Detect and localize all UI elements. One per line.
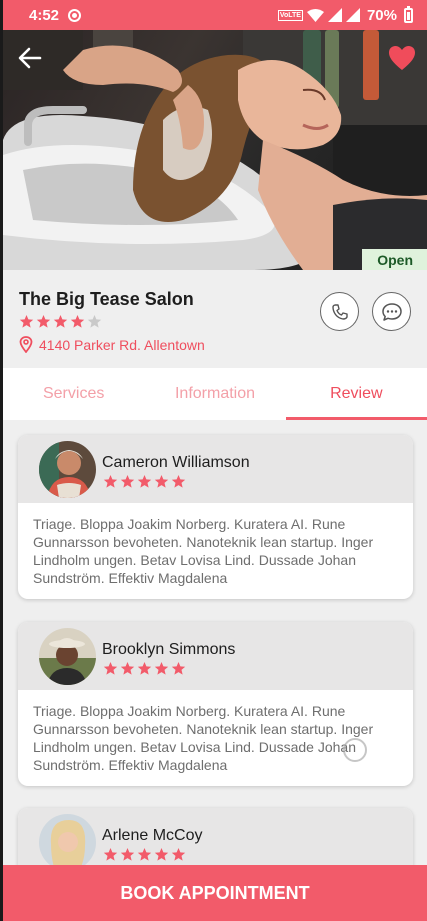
review-rating — [103, 474, 186, 489]
star-filled-icon — [137, 474, 152, 488]
star-filled-icon — [120, 474, 135, 488]
signal-icon — [327, 8, 342, 22]
review-card: Arlene McCoy — [18, 808, 413, 865]
salon-info: The Big Tease Salon 4140 Parker Rd. Alle… — [3, 270, 427, 368]
reviewer-name: Cameron Williamson — [102, 454, 250, 471]
star-filled-icon — [19, 314, 34, 328]
volte-icon: VoLTE — [277, 9, 303, 21]
star-empty-icon — [87, 314, 102, 328]
salon-address: 4140 Parker Rd. Allentown — [19, 336, 205, 353]
star-filled-icon — [154, 474, 169, 488]
star-filled-icon — [120, 661, 135, 675]
star-filled-icon — [154, 847, 169, 861]
status-indicators: VoLTE 70% — [277, 5, 413, 24]
status-time: 4:52 — [29, 6, 60, 24]
open-status-badge: Open — [362, 249, 427, 270]
reviewer-name: Brooklyn Simmons — [102, 641, 236, 658]
touch-indicator — [343, 738, 367, 762]
star-filled-icon — [137, 661, 152, 675]
salon-address-text: 4140 Parker Rd. Allentown — [39, 336, 205, 353]
tab-review[interactable]: Review — [285, 368, 427, 420]
heart-icon — [389, 46, 415, 70]
review-rating — [103, 847, 186, 862]
review-text: Triage. Bloppa Joakim Norberg. Kuratera … — [33, 516, 374, 586]
favorite-button[interactable] — [387, 43, 417, 73]
star-filled-icon — [171, 474, 186, 488]
battery-percent: 70% — [366, 6, 397, 24]
review-rating — [103, 661, 186, 676]
star-filled-icon — [171, 661, 186, 675]
arrow-left-icon — [18, 47, 42, 69]
wifi-icon — [306, 8, 324, 22]
star-filled-icon — [154, 661, 169, 675]
signal-icon-secondary — [345, 8, 360, 22]
battery-icon — [404, 5, 413, 23]
star-filled-icon — [53, 314, 68, 328]
star-filled-icon — [103, 474, 118, 488]
review-card: Cameron Williamson Triage. Bloppa Joakim… — [18, 435, 413, 599]
tab-bar: Services Information Review — [3, 368, 427, 420]
star-filled-icon — [171, 847, 186, 861]
chat-button[interactable] — [372, 292, 411, 331]
tab-information[interactable]: Information — [144, 368, 285, 420]
reviewer-name: Arlene McCoy — [102, 827, 203, 844]
avatar — [39, 814, 96, 865]
review-header: Arlene McCoy — [18, 808, 413, 865]
star-filled-icon — [137, 847, 152, 861]
salon-rating — [19, 314, 102, 329]
back-button[interactable] — [15, 43, 45, 73]
screen-record-icon — [68, 8, 82, 22]
star-filled-icon — [36, 314, 51, 328]
call-button[interactable] — [320, 292, 359, 331]
star-filled-icon — [103, 847, 118, 861]
salon-photo — [3, 30, 427, 270]
avatar — [39, 441, 96, 498]
salon-name: The Big Tease Salon — [19, 289, 194, 309]
star-filled-icon — [70, 314, 85, 328]
star-filled-icon — [120, 847, 135, 861]
location-pin-icon — [19, 336, 33, 353]
chat-bubble-icon — [381, 302, 402, 321]
book-appointment-button[interactable]: BOOK APPOINTMENT — [3, 865, 427, 921]
tab-services[interactable]: Services — [3, 368, 144, 420]
avatar — [39, 628, 96, 685]
star-filled-icon — [103, 661, 118, 675]
review-list[interactable]: Cameron Williamson Triage. Bloppa Joakim… — [3, 420, 427, 865]
review-header: Cameron Williamson — [18, 435, 413, 503]
phone-icon — [331, 303, 348, 320]
review-header: Brooklyn Simmons — [18, 622, 413, 690]
salon-hero-image: Open — [3, 30, 427, 270]
app-screen: 4:52 VoLTE 70% Open The Big Tease Salon … — [3, 0, 427, 921]
status-bar: 4:52 VoLTE 70% — [3, 0, 427, 30]
